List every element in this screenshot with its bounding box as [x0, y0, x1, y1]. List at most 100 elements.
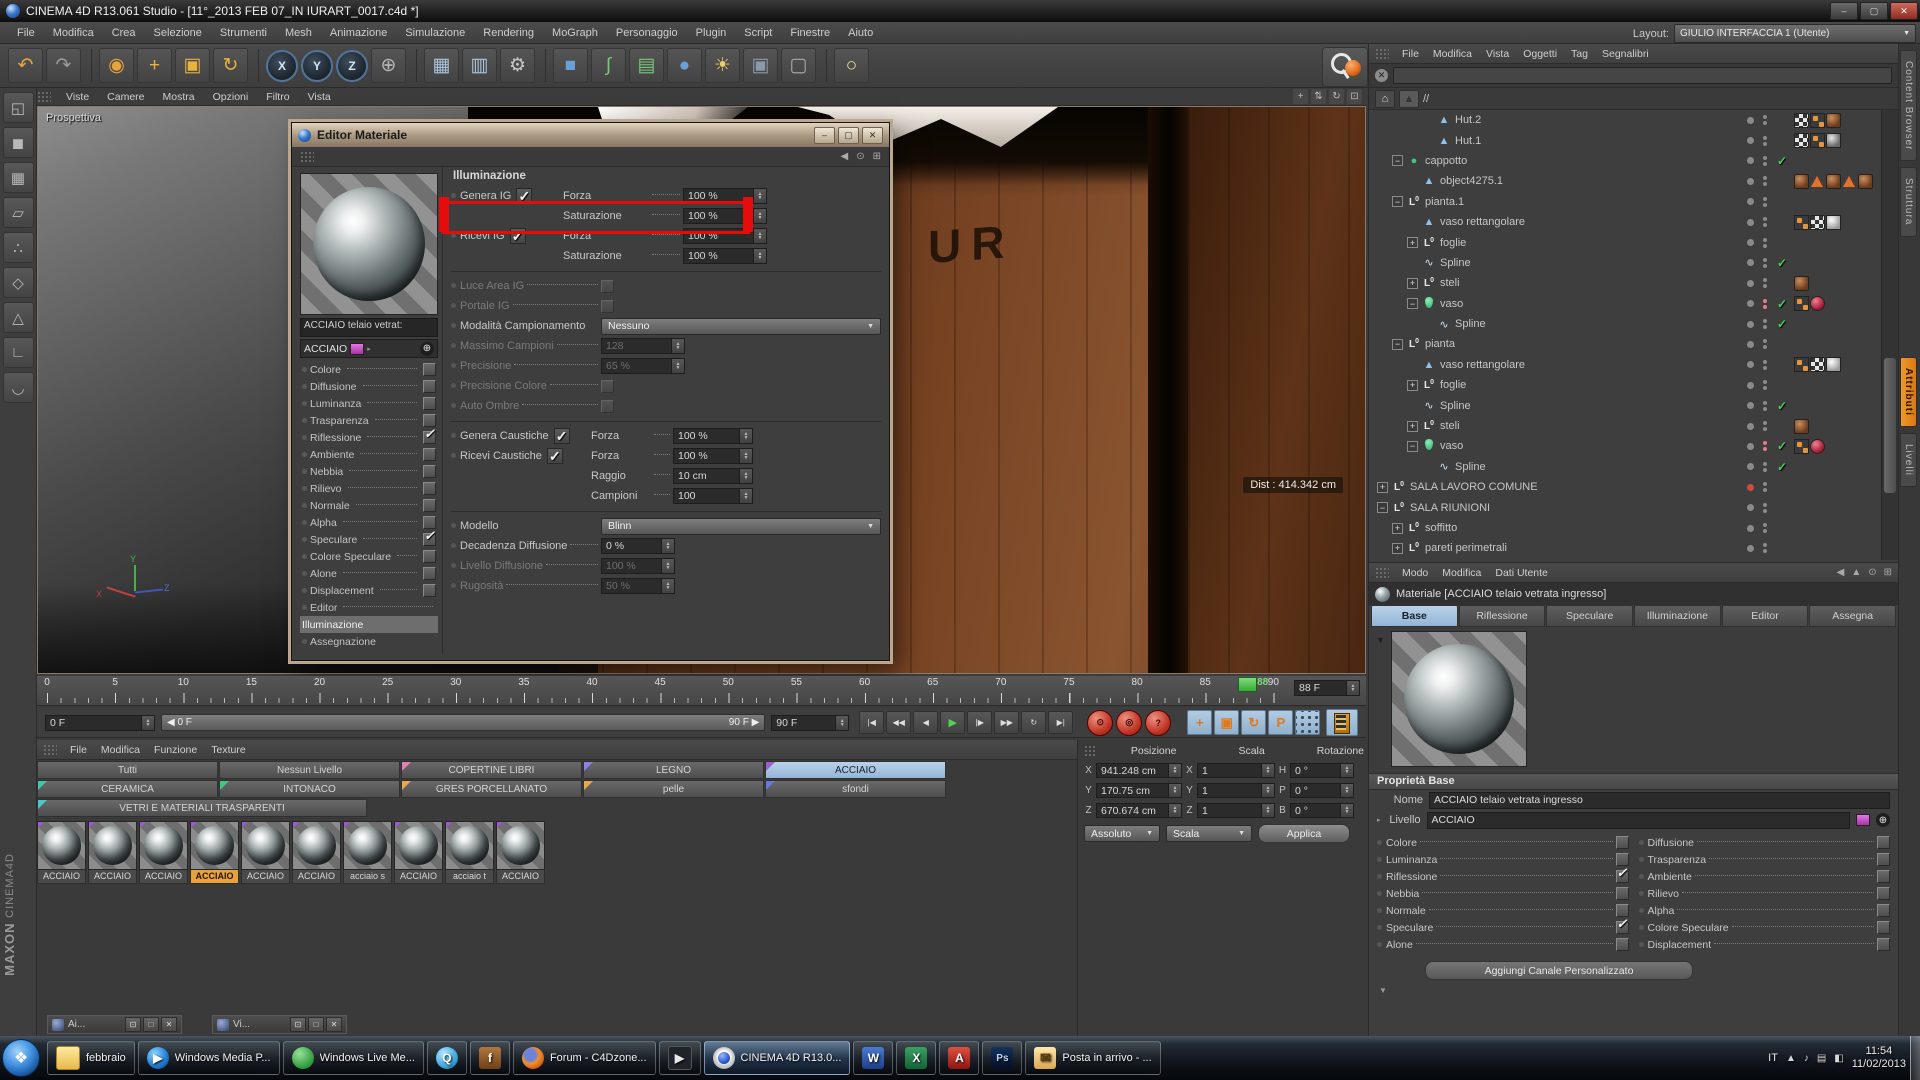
massimo-campioni-spinner[interactable]: 128▲▼ — [601, 338, 685, 354]
close-icon[interactable]: ✕ — [161, 1017, 177, 1032]
layer-dot[interactable] — [1747, 117, 1754, 124]
collapse-icon[interactable]: − — [1377, 502, 1388, 513]
texture-tag-brown[interactable] — [1794, 419, 1809, 434]
panel-grip[interactable] — [300, 151, 314, 163]
points-mode-icon[interactable]: ∴ — [3, 232, 34, 263]
coord-pos-z-spinner[interactable]: 670.674 cm▲▼ — [1096, 803, 1182, 818]
panel-grip[interactable] — [1084, 745, 1095, 757]
show-desktop-button[interactable] — [1910, 1036, 1920, 1080]
channel-trasparenza[interactable]: Trasparenza — [300, 412, 438, 429]
layer-tab-copertine-libri[interactable]: COPERTINE LIBRI — [401, 761, 582, 779]
channel-colore-checkbox[interactable] — [423, 363, 436, 376]
goto-end-button[interactable]: ▶| — [1048, 711, 1073, 734]
channel-nebbia[interactable]: Nebbia — [1377, 885, 1629, 902]
coordinate-system-icon[interactable]: ⊕ — [371, 48, 406, 83]
scale-tool-icon[interactable]: ▣ — [175, 48, 210, 83]
side-tab-struttura[interactable]: Struttura — [1900, 167, 1917, 236]
channel-diffusione[interactable]: Diffusione — [1639, 834, 1891, 851]
material-swatch-acciaio[interactable]: ACCIAIO — [190, 821, 239, 884]
object-search-input[interactable] — [1393, 67, 1892, 84]
layer-field[interactable]: ACCIAIO — [1427, 812, 1850, 829]
channel-diffusione-checkbox[interactable] — [1877, 836, 1890, 849]
channel-speculare-checkbox[interactable]: ✓ — [423, 533, 436, 546]
visibility-dots[interactable] — [1763, 278, 1768, 288]
attribute-manager-menu-dati-utente[interactable]: Dati Utente — [1488, 567, 1555, 579]
tree-item-vaso[interactable]: −vaso✓ — [1369, 436, 1898, 456]
forza-spinner[interactable]: 100 %▲▼ — [673, 448, 753, 464]
layer-tab-nessun-livello[interactable]: Nessun Livello — [219, 761, 400, 779]
language-indicator[interactable]: IT — [1768, 1052, 1778, 1064]
auto-ombre-checkbox[interactable] — [601, 400, 614, 413]
tree-item-spline[interactable]: ∿Spline✓ — [1369, 457, 1898, 477]
move-tool-icon[interactable]: + — [137, 48, 172, 83]
display-mode-icon[interactable]: ▢ — [781, 48, 816, 83]
tree-item-steli[interactable]: +L0steli — [1369, 416, 1898, 436]
main-menu-file[interactable]: File — [8, 27, 44, 39]
next-frame-button[interactable]: |▶ — [967, 711, 992, 734]
side-tab-content-browser[interactable]: Content Browser — [1900, 50, 1917, 161]
main-menu-plugin[interactable]: Plugin — [687, 27, 736, 39]
layer-tab-legno[interactable]: LEGNO — [583, 761, 764, 779]
tree-item-sala-riunioni[interactable]: −L0SALA RIUNIONI — [1369, 497, 1898, 517]
layer-tab-ceramica[interactable]: CERAMICA — [37, 780, 218, 798]
layer-dot[interactable] — [1747, 300, 1754, 307]
layer-dot[interactable] — [1747, 361, 1754, 368]
history-back-icon[interactable]: ◀ — [841, 151, 849, 162]
add-custom-channel-button[interactable]: Aggiungi Canale Personalizzato — [1425, 961, 1693, 980]
current-frame-spinner[interactable]: 88 F▲▼ — [1294, 680, 1360, 696]
clock[interactable]: 11:54 11/02/2013 — [1852, 1045, 1906, 1071]
visibility-dots[interactable] — [1763, 421, 1768, 431]
key-parameter-toggle[interactable]: P — [1268, 710, 1293, 735]
channel-alone[interactable]: Alone — [1377, 936, 1629, 953]
layer-dot[interactable] — [1747, 402, 1754, 409]
keyframe-selection-button[interactable]: ? — [1145, 710, 1171, 736]
ricevi-caustiche-checkbox[interactable]: ✓ — [547, 448, 563, 464]
visibility-dots[interactable] — [1763, 482, 1768, 492]
timeline-mode-button[interactable] — [1326, 709, 1358, 736]
tree-item-foglie[interactable]: +L0foglie — [1369, 232, 1898, 252]
tree-item-pareti-perimetrali[interactable]: +L0pareti perimetrali — [1369, 538, 1898, 558]
coord-rot-b-spinner[interactable]: 0 °▲▼ — [1290, 803, 1354, 818]
channel-colore[interactable]: Colore — [1377, 834, 1629, 851]
collapse-icon[interactable]: − — [1392, 339, 1403, 350]
object-manager-menu-vista[interactable]: Vista — [1479, 48, 1516, 60]
key-rotation-toggle[interactable]: ↻ — [1241, 710, 1266, 735]
layer-dot[interactable] — [1747, 525, 1754, 532]
modello-dropdown[interactable]: Blinn▼ — [601, 518, 881, 535]
main-menu-personaggio[interactable]: Personaggio — [607, 27, 687, 39]
key-position-toggle[interactable]: + — [1187, 710, 1212, 735]
material-manager-menu-file[interactable]: File — [63, 744, 94, 756]
dialog-close-button[interactable]: ✕ — [862, 127, 883, 144]
texture-tag-checker[interactable] — [1794, 133, 1809, 148]
texture-tag-gray[interactable] — [1826, 133, 1841, 148]
layer-tab-vetri-e-materiali-trasparenti[interactable]: VETRI E MATERIALI TRASPARENTI — [37, 799, 367, 817]
compass-icon[interactable]: ⊕ — [1876, 813, 1890, 827]
taskbar-photoshop-button[interactable]: Ps — [982, 1041, 1022, 1075]
volume-icon[interactable]: ♪ — [1804, 1053, 1809, 1064]
lamp-icon[interactable]: ○ — [834, 48, 869, 83]
close-button[interactable]: ✕ — [1890, 2, 1918, 20]
layer-dot[interactable] — [1747, 443, 1754, 450]
visibility-dots[interactable] — [1763, 543, 1768, 553]
timeline-range-slider[interactable]: ◀ 0 F 90 F ▶ — [161, 714, 765, 731]
rotate-tool-icon[interactable]: ↻ — [213, 48, 248, 83]
channel-displacement[interactable]: Displacement — [1639, 936, 1891, 953]
viewport-menu-vista[interactable]: Vista — [299, 91, 340, 103]
texture-tag-checker[interactable] — [1794, 113, 1809, 128]
luce-area-ig-checkbox[interactable] — [601, 280, 614, 293]
channel-alone-checkbox[interactable] — [1616, 938, 1629, 951]
forza-spinner[interactable]: 100 %▲▼ — [673, 428, 753, 444]
channel-nebbia-checkbox[interactable] — [423, 465, 436, 478]
restore-icon[interactable]: ⊡ — [125, 1017, 141, 1032]
main-menu-crea[interactable]: Crea — [103, 27, 145, 39]
channel-nebbia[interactable]: Nebbia — [300, 463, 438, 480]
tree-item-cappotto[interactable]: −●cappotto✓ — [1369, 151, 1898, 171]
tree-item-soffitto[interactable]: +L0soffitto — [1369, 518, 1898, 538]
decadenza-diffusione-spinner[interactable]: 0 %▲▼ — [601, 538, 675, 554]
channel-alpha-checkbox[interactable] — [1877, 904, 1890, 917]
raggio-spinner[interactable]: 10 cm▲▼ — [673, 468, 753, 484]
channel-rilievo[interactable]: Rilievo — [1639, 885, 1891, 902]
material-swatch-acciaio[interactable]: ACCIAIO — [241, 821, 290, 884]
panel-grip[interactable] — [37, 91, 51, 103]
rugosit-spinner[interactable]: 50 %▲▼ — [601, 578, 675, 594]
